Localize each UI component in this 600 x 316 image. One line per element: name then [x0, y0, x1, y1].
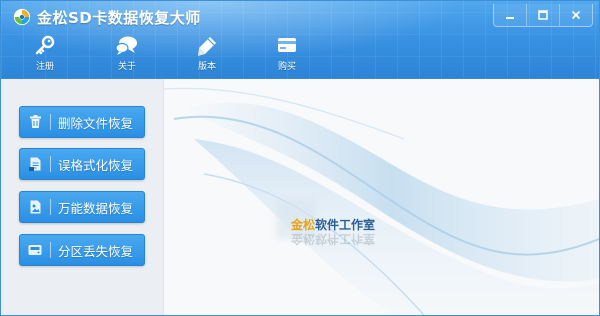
toolbar-label: 购买 [277, 62, 296, 72]
brand-reflection-part1: 金松 [291, 232, 316, 246]
brand-reflection-part2: 软件工作室 [315, 232, 376, 246]
button-label: 误格式化恢复 [58, 157, 134, 173]
toolbar-version-button[interactable]: 版本 [177, 35, 237, 75]
app-logo-icon [13, 8, 31, 26]
minimize-icon [506, 17, 514, 19]
window-controls [493, 4, 593, 27]
toolbar-buy-button[interactable]: 购买 [257, 35, 317, 75]
partition-recovery-button[interactable]: 分区丢失恢复 [19, 234, 145, 266]
toolbar-label: 注册 [35, 62, 54, 72]
trash-icon [29, 115, 41, 128]
brand-reflection: 金松软件工作室 [291, 231, 375, 248]
brand-part-blue: 软件工作室 [315, 218, 376, 232]
toolbar: 注册 关于 版本 购买 [1, 35, 341, 75]
disk-icon-wrap [20, 235, 50, 265]
maximize-button[interactable] [526, 4, 559, 26]
close-icon [571, 10, 581, 20]
title-bar: 金松SD卡数据恢复大师 注册 关于 版本 购买 [1, 1, 599, 79]
universal-recovery-button[interactable]: 万能数据恢复 [19, 191, 145, 223]
format-recovery-button[interactable]: 误格式化恢复 [19, 148, 145, 180]
image-file-icon [30, 200, 40, 214]
wave-background [164, 87, 599, 315]
button-label: 万能数据恢复 [58, 200, 134, 216]
close-button[interactable] [559, 4, 592, 26]
minimize-button[interactable] [494, 4, 526, 26]
toolbar-label: 关于 [117, 62, 136, 72]
toolbar-about-button[interactable]: 关于 [97, 35, 157, 75]
document-icon-wrap [20, 149, 50, 179]
pen-icon [198, 37, 216, 56]
button-label: 分区丢失恢复 [58, 243, 134, 259]
maximize-icon [538, 10, 548, 20]
brand-part-gold: 金松 [291, 218, 316, 232]
delete-file-recovery-button[interactable]: 删除文件恢复 [19, 106, 145, 138]
app-window: 金松SD卡数据恢复大师 注册 关于 版本 购买 删除文件恢复 误格式化恢复 万能… [0, 0, 600, 316]
sidebar: 删除文件恢复 误格式化恢复 万能数据恢复 分区丢失恢复 [1, 79, 164, 315]
chat-bubbles-icon [115, 36, 137, 55]
key-icon [35, 35, 55, 55]
disk-icon [28, 245, 42, 255]
main-content: 金松软件工作室 金松软件工作室 [164, 79, 599, 315]
document-icon [28, 157, 40, 171]
toolbar-register-button[interactable]: 注册 [15, 35, 75, 75]
card-icon [278, 38, 296, 52]
toolbar-label: 版本 [197, 62, 216, 72]
image-file-icon-wrap [20, 192, 50, 222]
app-title: 金松SD卡数据恢复大师 [37, 9, 201, 27]
button-label: 删除文件恢复 [58, 115, 134, 131]
trash-icon-wrap [20, 107, 50, 137]
